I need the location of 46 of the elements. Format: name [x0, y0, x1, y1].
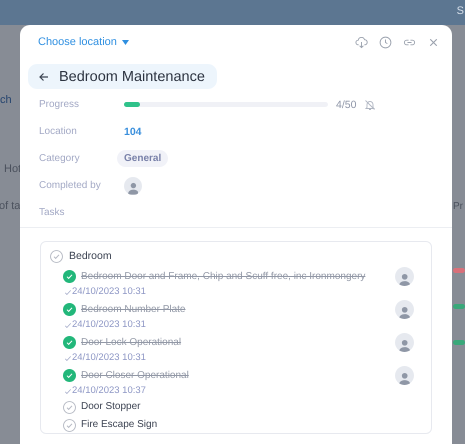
completion-time: 24/10/2023 10:31 — [72, 286, 146, 298]
page-title: Bedroom Maintenance — [59, 68, 205, 84]
background-text: Pr — [453, 201, 463, 212]
tick-icon — [65, 356, 71, 360]
unchecked-circle-icon[interactable] — [63, 418, 76, 432]
completion-time: 24/10/2023 10:37 — [72, 385, 146, 397]
task-name: Bedroom Door and Frame, Chip and Scuff free, inc Ironmongery — [81, 270, 366, 284]
tick-icon — [65, 388, 71, 394]
field-label: Tasks — [39, 207, 66, 218]
avatar-icon — [124, 176, 142, 194]
field-label: Progress — [39, 99, 80, 110]
caret-icon — [122, 40, 129, 44]
tick-icon — [65, 290, 71, 294]
background-text: ch — [0, 94, 12, 106]
task-name: Door Closer Operational — [81, 368, 190, 382]
task-name: Door Lock Operational — [81, 336, 182, 350]
cloud-download-icon[interactable] — [355, 36, 368, 48]
checked-circle-icon[interactable] — [63, 336, 76, 349]
tick-icon — [65, 322, 71, 328]
progress-reading: 4/50 — [336, 98, 356, 110]
location-link[interactable]: 104 — [124, 126, 452, 138]
completion-time: 24/10/2023 10:31 — [72, 352, 146, 364]
checked-circle-icon[interactable] — [63, 369, 76, 382]
completion-time: 24/10/2023 10:31 — [72, 319, 146, 331]
unchecked-circle-icon[interactable] — [50, 250, 63, 262]
field-label: Completed by — [39, 180, 102, 191]
category-tag: General — [117, 150, 168, 167]
avatar-icon — [395, 333, 414, 352]
background-text: S — [456, 5, 464, 17]
avatar-icon — [395, 366, 414, 385]
task-name: Door Stopper — [81, 400, 142, 414]
bell-off-icon[interactable] — [364, 98, 376, 110]
group-name: Bedroom — [69, 250, 112, 262]
location-dropdown[interactable]: Choose location — [38, 36, 129, 48]
avatar-icon — [395, 300, 414, 319]
background-text: Hot — [4, 163, 22, 175]
checked-circle-icon[interactable] — [63, 270, 76, 283]
clock-icon[interactable] — [379, 36, 392, 48]
task-name: Bedroom Number Plate — [81, 302, 186, 316]
task-name: Fire Escape Sign — [81, 418, 158, 432]
unchecked-circle-icon[interactable] — [63, 400, 76, 414]
back-arrow-icon[interactable] — [38, 70, 50, 82]
field-label: Category — [39, 153, 81, 164]
field-label: Location — [39, 126, 78, 137]
checked-circle-icon[interactable] — [63, 303, 76, 316]
avatar-icon — [395, 267, 414, 286]
